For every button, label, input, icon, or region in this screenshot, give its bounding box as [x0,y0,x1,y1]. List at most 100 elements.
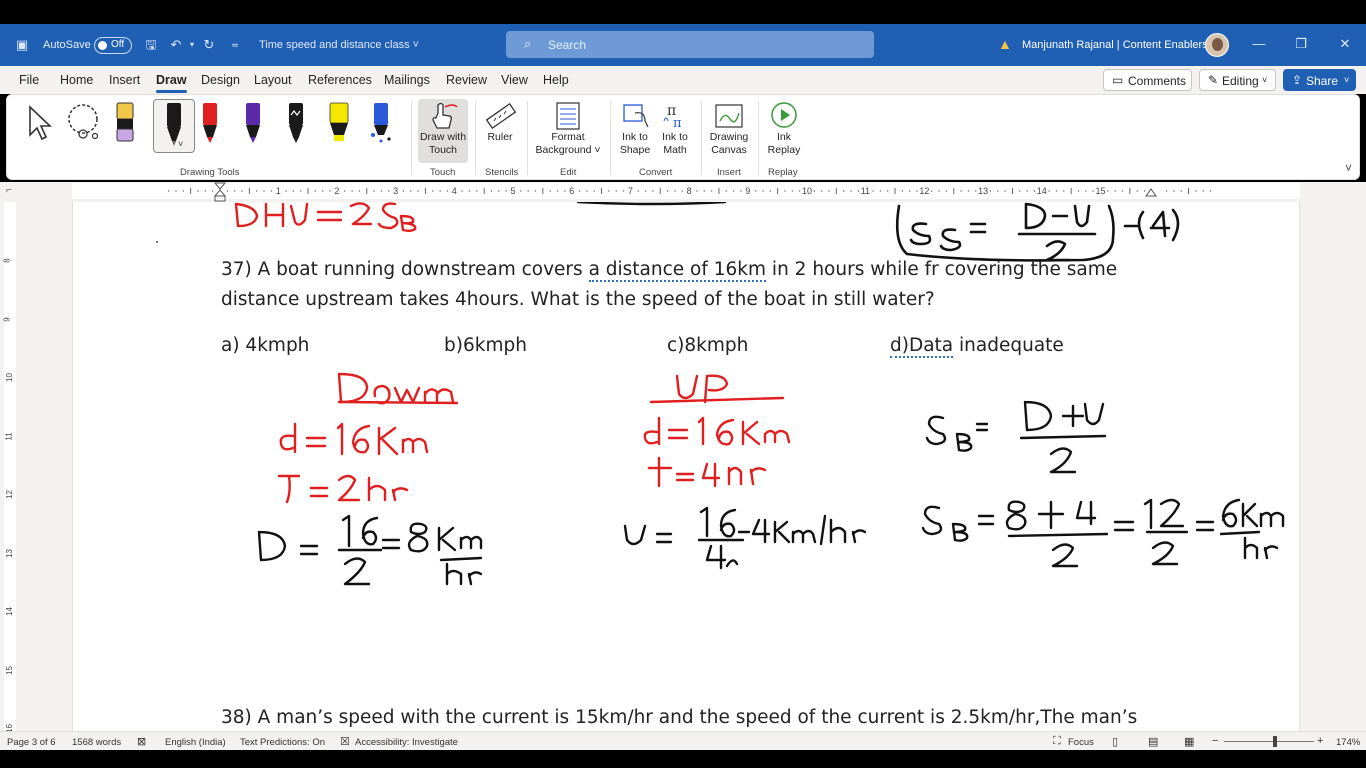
zoom-slider[interactable] [1224,741,1314,742]
zoom-slider-thumb[interactable] [1273,736,1277,747]
language-indicator[interactable]: English (India) [165,737,226,748]
screen-top-band [0,0,1366,24]
purple-pen-icon[interactable] [240,101,266,147]
ruler-tick [1114,190,1116,192]
ink-replay-button[interactable]: Ink Replay [762,101,806,157]
ruler-tick [967,190,970,192]
collapse-ribbon-icon[interactable]: ˅ [1345,161,1352,175]
select-pointer-icon[interactable] [27,105,53,141]
draw-with-touch-button[interactable]: Draw with Touch [417,101,469,157]
ruler-tick [402,190,405,192]
ink-annotations[interactable] [73,202,1300,731]
lasso-select-icon[interactable] [65,103,103,141]
word-count[interactable]: 1568 words [72,737,121,748]
ruler-tick [879,190,882,192]
ink-up-column [643,374,791,488]
ruler-tick [292,190,295,192]
focus-mode[interactable]: Focus [1068,737,1094,748]
ruler-tick [549,190,551,192]
ruler-tick [1004,190,1006,192]
ink-to-shape-button[interactable]: Ink to Shape [615,101,655,157]
ruler-tick [725,190,727,192]
tab-home[interactable]: Home [60,73,93,87]
word-app-icon[interactable]: ▣ [14,37,30,53]
screen-bottom-band [0,750,1366,768]
tab-stop-selector-icon[interactable]: ⌐ [6,185,12,196]
tab-file[interactable]: File [19,73,39,87]
ink-to-shape-line2: Shape [619,144,651,156]
avatar[interactable] [1205,33,1229,57]
tab-design[interactable]: Design [201,73,240,87]
red-pen-icon[interactable] [197,101,223,147]
text-predictions[interactable]: Text Predictions: On [240,737,325,748]
minimize-icon[interactable]: — [1251,36,1267,52]
eraser-pen-icon[interactable] [113,101,137,145]
pencil-icon: ✎ [1208,73,1219,87]
vertical-ruler[interactable] [4,202,16,731]
ink-to-math-button[interactable]: π π Ink to Math [655,101,695,157]
right-indent-marker-icon[interactable] [1145,187,1157,197]
yellow-highlighter-icon[interactable] [324,101,354,147]
zoom-in-icon[interactable]: + [1317,735,1323,747]
autosave-toggle[interactable]: Off [94,37,132,54]
black-pen-icon[interactable] [159,101,189,151]
document-title[interactable]: Time speed and distance class ˅ [259,39,419,51]
ruler-tick [285,190,287,192]
ruler-tick [813,190,816,192]
tab-mailings[interactable]: Mailings [384,73,430,87]
tab-layout[interactable]: Layout [254,73,292,87]
vertical-ruler-number: 12 [4,490,14,499]
group-touch: Touch [430,167,456,178]
document-page[interactable]: 37) A boat running downstream covers a d… [72,202,1300,731]
format-background-button[interactable]: Format Background ˅ [531,101,605,157]
undo-icon[interactable]: ↶ [168,37,184,53]
ruler-button[interactable]: Ruler [479,101,521,144]
ruler-tick [1173,190,1175,192]
share-button[interactable]: ⇪ Share ˅ [1283,69,1356,91]
web-layout-icon[interactable]: ▦ [1184,735,1194,748]
page-indicator[interactable]: Page 3 of 6 [7,737,56,748]
menu-bar: File Home Insert Draw Design Layout Refe… [0,66,1366,94]
ruler-tick [710,190,713,192]
ruler-tick [1033,190,1036,192]
proofing-icon[interactable]: ⊠ [137,735,146,748]
tab-insert[interactable]: Insert [109,73,140,87]
comments-button[interactable]: ▭ Comments [1103,69,1192,91]
warning-icon[interactable]: ▲ [998,36,1014,52]
save-icon[interactable]: 🖫 [143,37,159,53]
ink-replay-line1: Ink [776,131,791,143]
editing-button[interactable]: ✎ Editing ˅ [1199,69,1276,91]
touch-hand-icon [432,102,458,129]
accessibility-status[interactable]: Accessibility: Investigate [355,737,458,748]
group-edit: Edit [560,167,577,178]
ruler-number: 8 [686,186,692,196]
read-mode-icon[interactable]: ▯ [1112,735,1118,748]
customize-toolbar-icon[interactable]: ≂ [227,37,243,53]
indent-marker-icon[interactable] [214,182,226,202]
group-drawing-tools: Drawing Tools [180,167,240,178]
drawing-canvas-button[interactable]: Drawing Canvas [705,101,753,157]
galaxy-pen-icon[interactable] [367,101,395,147]
maximize-icon[interactable]: ❐ [1293,36,1309,52]
close-icon[interactable]: ✕ [1337,36,1353,52]
tab-help[interactable]: Help [543,73,569,87]
ruler-tick [798,190,801,192]
format-background-line2: Background ˅ [535,144,601,156]
undo-dropdown-icon[interactable]: ▾ [184,37,200,53]
ruler-tick [681,190,683,192]
print-layout-icon[interactable]: ▤ [1148,735,1158,748]
zoom-level[interactable]: 174% [1336,737,1360,748]
tab-review[interactable]: Review [446,73,487,87]
ruler-tick [468,190,471,192]
redo-icon[interactable]: ↻ [201,37,217,53]
tab-view[interactable]: View [501,73,528,87]
tab-references[interactable]: References [308,73,372,87]
zoom-out-icon[interactable]: − [1212,735,1218,747]
tab-draw[interactable]: Draw [156,73,187,93]
search-box[interactable]: ⌕ Search [506,31,874,58]
user-name[interactable]: Manjunath Rajanal | Content Enablers [1022,39,1208,51]
ink-sb-calc [921,498,1285,568]
ruler-tick [300,190,302,192]
black-pencil-icon[interactable] [283,101,309,147]
pen-options-chevron-icon[interactable]: ˅ [178,139,183,149]
